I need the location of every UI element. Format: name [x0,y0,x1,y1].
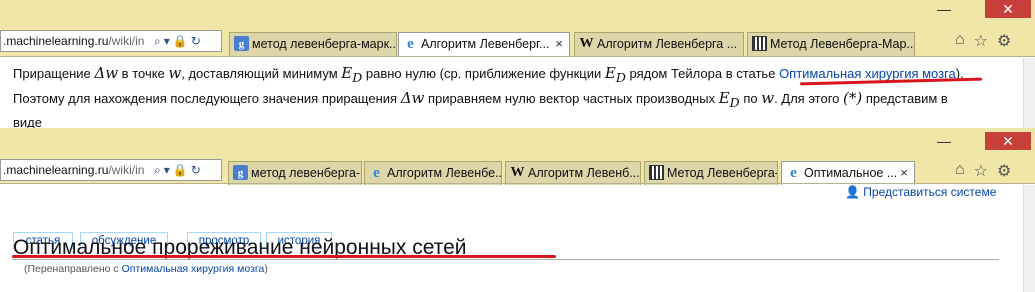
math-e: E [604,64,616,82]
favorites-star-icon[interactable]: ☆ [974,161,988,181]
math-e-d: ED [341,64,363,85]
refresh-icon[interactable]: ↻ [191,163,201,177]
text: , доставляющий минимум [181,66,338,81]
text: рядом Тейлора в статье [629,66,776,81]
dropdown-icon[interactable]: ▾ [164,163,170,177]
close-window-button[interactable]: ✕ [985,0,1031,18]
math-w: w [168,64,182,82]
text: равно нулю (ср. приближение функции [365,66,602,81]
text: по [743,91,758,106]
tab-levenberg-ml[interactable]: e Алгоритм Левенберг... × [398,32,570,56]
toolbar-divider [0,56,1035,57]
tab-levenberg-ml[interactable]: e Алгоритм Левенбе... [364,161,502,185]
tab-label: Алгоритм Левенб... [528,166,640,180]
math-sub-d: D [615,70,626,85]
address-actions: ⌕ ▾ 🔒 ↻ [154,160,201,180]
settings-gear-icon[interactable]: ⚙ [997,31,1011,51]
tab-label: Метод Левенберга-... [667,166,778,180]
address-actions: ⌕ ▾ 🔒 ↻ [154,31,201,51]
math-sub-d: D [352,70,363,85]
google-icon: g [233,165,248,180]
redirect-prefix: (Перенаправлено с [24,263,119,275]
address-host: .machinelearning.ru [3,34,109,48]
login-link[interactable]: 👤 Представиться системе [845,185,996,199]
close-tab-icon[interactable]: × [900,162,908,184]
dropdown-icon[interactable]: ▾ [164,34,170,48]
home-icon[interactable]: ⌂ [955,31,965,51]
math-e: E [341,64,353,82]
address-path: /wiki/in [108,163,145,177]
tab-label: Оптимальное ... [804,166,898,180]
lock-icon[interactable]: 🔒 [173,163,188,177]
wikipedia-icon: W [579,35,594,51]
text: в точке [121,66,165,81]
article-paragraph: Приращение Δw в точке w, доставляющий ми… [13,63,1013,133]
tab-levenberg-method[interactable]: Метод Левенберга-... [644,161,778,185]
lock-icon[interactable]: 🔒 [173,34,188,48]
top-browser-toolbar: — ✕ .machinelearning.ru/wiki/in ⌕ ▾ 🔒 ↻ … [0,0,1035,57]
math-delta-w: Δw [400,89,425,107]
minimize-button[interactable]: — [930,132,958,150]
refresh-icon[interactable]: ↻ [191,34,201,48]
machinelearning-icon [752,36,767,51]
machinelearning-icon [649,165,664,180]
minimize-button[interactable]: — [930,0,958,18]
math-e: E [718,89,730,107]
tab-optimal-pruning[interactable]: e Оптимальное ... × [781,161,915,185]
tab-label: Алгоритм Левенберга ... [597,37,738,51]
close-tab-icon[interactable]: × [555,33,563,55]
tab-levenberg-method[interactable]: Метод Левенберга-Мар... [747,32,915,56]
math-e-d: ED [604,64,626,85]
tab-google-search[interactable]: g метод левенберга-марк... [229,32,397,56]
scrollbar[interactable] [1023,185,1035,292]
user-icon: 👤 [845,185,860,199]
math-sub-d: D [729,95,740,110]
equation-ref: (*) [843,89,863,107]
search-icon[interactable]: ⌕ [154,163,161,178]
redirect-note: (Перенаправлено с Оптимальная хирургия м… [24,263,268,275]
ie-icon: e [407,35,414,52]
tab-levenberg-wiki[interactable]: W Алгоритм Левенб... [505,161,641,185]
red-underline-annotation [12,255,556,258]
browser-actions: ⌂ ☆ ⚙ [955,161,1011,181]
google-icon: g [234,36,249,51]
math-e-d: ED [718,89,740,110]
redirect-suffix: ) [264,263,268,275]
tab-label: Алгоритм Левенбе... [387,166,502,180]
text: приравняем нулю вектор частных производн… [428,91,716,106]
close-window-button[interactable]: ✕ [985,132,1031,150]
bottom-browser-toolbar: — ✕ .machinelearning.ru/wiki/in ⌕ ▾ 🔒 ↻ … [0,128,1035,185]
login-label: Представиться системе [863,185,997,199]
home-icon[interactable]: ⌂ [955,161,965,181]
tab-label: Алгоритм Левенберг... [421,37,550,51]
browser-actions: ⌂ ☆ ⚙ [955,31,1011,51]
tab-label: Метод Левенберга-Мар... [770,37,915,51]
ie-icon: e [373,164,380,181]
tab-google-search[interactable]: g метод левенберга-мар... [228,161,362,185]
math-delta-w: Δw [94,64,119,82]
redirect-link[interactable]: Оптимальная хирургия мозга [122,263,265,275]
ie-icon: e [790,164,797,181]
tab-label: метод левенберга-марк... [252,37,397,51]
favorites-star-icon[interactable]: ☆ [974,31,988,51]
address-host: .machinelearning.ru [3,163,109,177]
title-divider [12,259,999,260]
text: Поэтому для нахождения последующего знач… [13,91,398,106]
search-icon[interactable]: ⌕ [154,34,161,49]
text: представим в [865,91,948,106]
settings-gear-icon[interactable]: ⚙ [997,161,1011,181]
tab-label: метод левенберга-мар... [251,166,361,180]
math-w: w [761,89,775,107]
toolbar-divider [0,183,1035,184]
tab-levenberg-wiki[interactable]: W Алгоритм Левенберга ... [574,32,744,56]
text: Приращение [13,66,91,81]
wikipedia-icon: W [510,164,525,180]
text: . Для этого [774,91,840,106]
address-path: /wiki/in [108,34,145,48]
